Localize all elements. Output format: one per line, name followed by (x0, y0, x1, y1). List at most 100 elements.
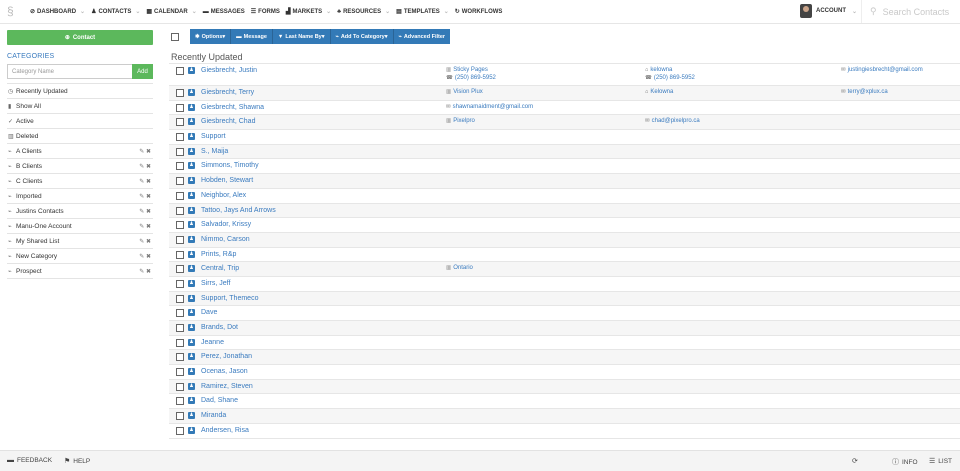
table-row[interactable]: ♟ Central, Trip ▥ Ontario (169, 261, 960, 276)
row-checkbox[interactable] (176, 368, 184, 377)
contact-name-link[interactable]: Support (201, 133, 226, 140)
row-checkbox[interactable] (176, 353, 184, 362)
contact-name-link[interactable]: Central, Trip (201, 265, 239, 272)
row-checkbox[interactable] (176, 324, 184, 332)
select-all-checkbox[interactable] (171, 32, 179, 41)
row-checkbox[interactable] (176, 67, 184, 75)
table-row[interactable]: ♟ Miranda (169, 408, 960, 423)
sidebar-item-deleted[interactable]: ▥ Deleted (7, 129, 153, 144)
contact-detail[interactable]: ✉ shawnamaidment@gmail.com (446, 103, 533, 111)
row-checkbox[interactable] (176, 382, 184, 391)
row-checkbox[interactable] (176, 206, 184, 215)
toolbar-button-add-to-category[interactable]: ⌁ Add To Category ▾ (331, 29, 394, 44)
row-checkbox[interactable] (176, 191, 184, 200)
close-icon[interactable]: ✖ (144, 149, 151, 155)
nav-item-forms[interactable]: ☰ FORMS (251, 8, 280, 16)
sidebar-item-new-category[interactable]: ⌁ New Category ✎ ✖ (7, 249, 153, 264)
table-row[interactable]: ♟ Simmons, Timothy (169, 158, 960, 173)
sidebar-item-show-all[interactable]: ▮ Show All (7, 99, 153, 114)
row-checkbox[interactable] (176, 309, 184, 318)
close-icon[interactable]: ✖ (144, 254, 151, 260)
table-row[interactable]: ♟ S., Maija (169, 143, 960, 159)
table-row[interactable]: ♟ Dad, Shane (169, 393, 960, 408)
table-row[interactable]: ♟ Andersen, Risa (169, 422, 960, 439)
nav-item-workflows[interactable]: ↻ WORKFLOWS (455, 8, 503, 16)
sidebar-item-prospect[interactable]: ⌁ Prospect ✎ ✖ (7, 264, 153, 279)
contact-detail[interactable]: ▥ Ontario (446, 264, 473, 272)
contact-detail[interactable]: ☎ (250) 869-5952 (446, 74, 496, 82)
contact-name-link[interactable]: Perez, Jonathan (201, 353, 252, 360)
refresh-button[interactable]: ⟳ (852, 457, 861, 465)
table-row[interactable]: ♟ Ocenas, Jason (169, 364, 960, 379)
contact-name-link[interactable]: Giesbrecht, Terry (201, 89, 254, 96)
row-checkbox[interactable] (176, 103, 184, 112)
contact-name-link[interactable]: Miranda (201, 412, 226, 419)
row-checkbox[interactable] (176, 147, 184, 156)
row-checkbox[interactable] (176, 89, 184, 97)
contact-name-link[interactable]: Salvador, Krissy (201, 221, 251, 228)
contact-name-link[interactable]: Support, Themeco (201, 295, 258, 302)
row-checkbox[interactable] (176, 177, 184, 186)
contact-name-link[interactable]: Giesbrecht, Chad (201, 118, 255, 125)
contact-detail[interactable]: ▥ Vision Plux (446, 88, 483, 96)
row-checkbox[interactable] (176, 235, 184, 244)
row-checkbox[interactable] (176, 294, 184, 303)
toolbar-button-advanced-filter[interactable]: ⌁ Advanced Filter (394, 29, 451, 44)
table-row[interactable]: ♟ Perez, Jonathan (169, 349, 960, 365)
close-icon[interactable]: ✖ (144, 179, 151, 185)
table-row[interactable]: ♟ Jeanne (169, 334, 960, 350)
contact-name-link[interactable]: Giesbrecht, Shawna (201, 104, 264, 111)
table-row[interactable]: ♟ Nimmo, Carson (169, 231, 960, 247)
contact-name-link[interactable]: Giesbrecht, Justin (201, 67, 257, 74)
contact-detail[interactable]: ▥ Sticky Pages (446, 66, 488, 74)
contact-name-link[interactable]: Sirrs, Jeff (201, 280, 230, 287)
nav-item-markets[interactable]: ▟ MARKETS ⌄ (286, 8, 331, 16)
row-checkbox[interactable] (176, 250, 184, 259)
help-button[interactable]: ⚑ HELP (64, 457, 90, 466)
contact-name-link[interactable]: Ocenas, Jason (201, 368, 248, 375)
contact-detail[interactable]: ▥ Pixelpro (446, 117, 475, 125)
row-checkbox[interactable] (176, 162, 184, 171)
close-icon[interactable]: ✖ (144, 224, 151, 230)
table-row[interactable]: ♟ Salvador, Krissy (169, 217, 960, 232)
contact-detail[interactable]: ⌂ kelowna (645, 66, 672, 74)
contact-name-link[interactable]: Brands, Dot (201, 324, 238, 331)
table-row[interactable]: ♟ Tattoo, Jays And Arrows (169, 202, 960, 218)
contact-name-link[interactable]: Prints, R&p (201, 251, 236, 258)
app-logo-icon[interactable]: § (7, 4, 21, 18)
feedback-button[interactable]: ▬ FEEDBACK (7, 457, 52, 464)
table-row[interactable]: ♟ Ramirez, Steven (169, 378, 960, 394)
row-checkbox[interactable] (176, 338, 184, 347)
table-row[interactable]: ♟ Giesbrecht, Chad ▥ Pixelpro ✉ chad@pixelpro… (169, 114, 960, 130)
contact-name-link[interactable]: Nimmo, Carson (201, 236, 250, 243)
sidebar-item-recently-updated[interactable]: ◷ Recently Updated (7, 84, 153, 99)
close-icon[interactable]: ✖ (144, 239, 151, 245)
sidebar-item-manu-one-account[interactable]: ⌁ Manu-One Account ✎ ✖ (7, 219, 153, 234)
toolbar-button-message[interactable]: ▬ Message (231, 29, 273, 44)
close-icon[interactable]: ✖ (144, 269, 151, 275)
sidebar-item-b-clients[interactable]: ⌁ B Clients ✎ ✖ (7, 159, 153, 174)
add-contact-button[interactable]: ⊕ Contact (7, 30, 153, 45)
sidebar-item-a-clients[interactable]: ⌁ A Clients ✎ ✖ (7, 144, 153, 159)
table-row[interactable]: ♟ Giesbrecht, Terry ▥ Vision Plux ⌂ Kelowna ✉ t… (169, 85, 960, 100)
nav-item-resources[interactable]: ♣ RESOURCES ⌄ (337, 8, 390, 16)
sidebar-item-imported[interactable]: ⌁ Imported ✎ ✖ (7, 189, 153, 204)
nav-item-messages[interactable]: ▬ MESSAGES (203, 9, 245, 15)
table-row[interactable]: ♟ Support, Themeco (169, 290, 960, 306)
contact-name-link[interactable]: Dad, Shane (201, 397, 238, 404)
contact-detail[interactable]: ☎ (250) 869-5952 (645, 74, 695, 82)
sidebar-item-c-clients[interactable]: ⌁ C Clients ✎ ✖ (7, 174, 153, 189)
contact-name-link[interactable]: Hobden, Stewart (201, 177, 253, 184)
close-icon[interactable]: ✖ (144, 209, 151, 215)
add-category-button[interactable]: Add (132, 64, 153, 79)
row-checkbox[interactable] (176, 279, 184, 288)
row-checkbox[interactable] (176, 412, 184, 421)
row-checkbox[interactable] (176, 397, 184, 406)
toolbar-button-options[interactable]: ✱ Options ▾ (190, 29, 232, 44)
table-row[interactable]: ♟ Sirrs, Jeff (169, 275, 960, 291)
info-button[interactable]: ⓘ INFO (892, 457, 918, 467)
contact-detail[interactable]: ✉ chad@pixelpro.ca (645, 117, 700, 125)
close-icon[interactable]: ✖ (144, 164, 151, 170)
row-checkbox[interactable] (176, 426, 184, 435)
account-menu[interactable]: ACCOUNT ⌄ (800, 3, 857, 19)
